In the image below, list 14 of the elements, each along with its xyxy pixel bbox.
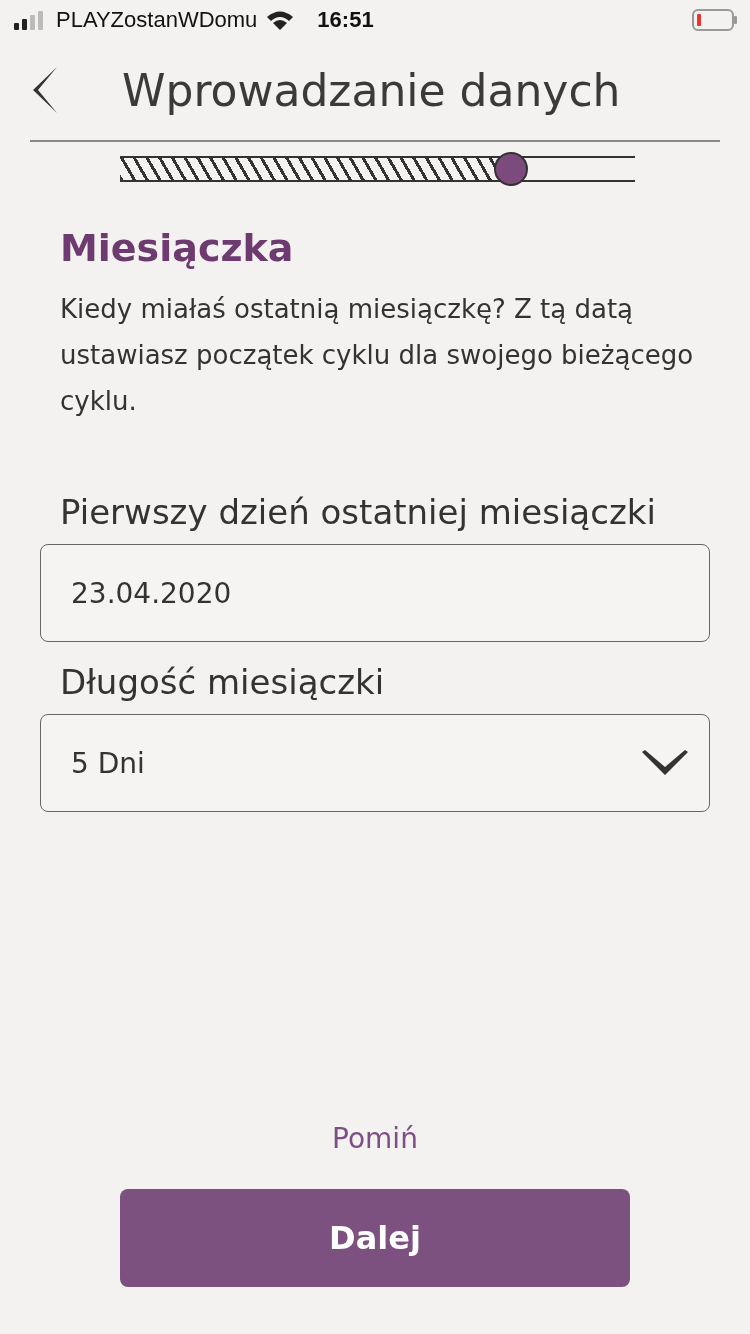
skip-link[interactable]: Pomiń [332,1122,418,1155]
battery-icon [692,9,738,31]
field-label: Długość miesiączki [60,662,386,702]
carrier-name: PLAYZostanWDomu [56,7,258,33]
chevron-down-icon [641,749,689,777]
status-time: 16:51 [317,7,374,33]
date-field[interactable]: 23.04.2020 [40,544,710,642]
wifi-icon [265,9,296,31]
field-label: Pierwszy dzień ostatniej miesiączki [60,492,657,532]
next-button[interactable]: Dalej [120,1189,630,1287]
section-description: Kiedy miałaś ostatnią miesiączkę? Z tą datą ustawiasz początek cyklu dla swojego bieżącego cyklu. [60,293,695,418]
page-title: Wprowadzanie danych [122,64,621,116]
dropdown-field[interactable]: 5 Dni [40,714,710,812]
section-title: Miesiączka [60,226,295,270]
